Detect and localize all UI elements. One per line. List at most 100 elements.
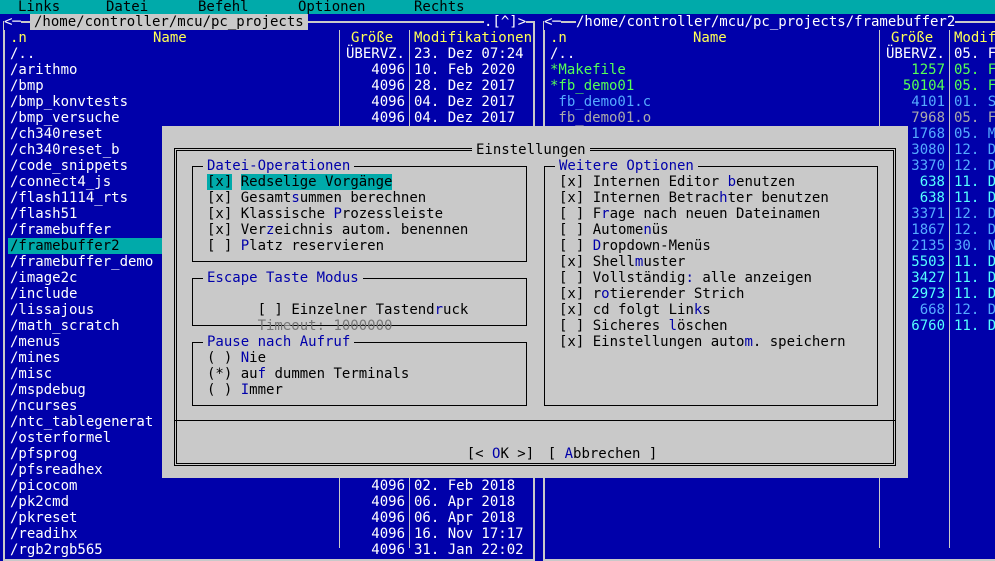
file-modified: 31. Jan 22:02 [414, 542, 524, 558]
option-checkbox[interactable]: [x] Verzeichnis autom. benennen [207, 222, 468, 238]
option-label: auf dummen Terminals [241, 366, 410, 382]
left-col-modified[interactable]: Modifikationen [414, 30, 532, 46]
escape-single-key-checkbox[interactable]: [ ] Einzelner Tastendruck [207, 286, 469, 318]
button-separator [174, 420, 896, 421]
file-name: /math_scratch [10, 318, 120, 334]
option-label-hot: P [333, 206, 342, 222]
pause-title: Pause nach Aufruf [203, 334, 355, 350]
left-col-name[interactable]: Name [153, 30, 187, 46]
file-modified: 06. Apr 2018 [414, 510, 516, 526]
option-label-hot: P [240, 238, 250, 254]
option-label-hot: R [240, 174, 250, 190]
file-size: 3370 [911, 158, 945, 174]
file-name[interactable]: fb_demo01.c [550, 94, 651, 110]
option-checkbox[interactable]: [x] Shellmuster [559, 254, 685, 270]
option-box: [x] [559, 254, 585, 270]
file-modified: 11. D [954, 286, 995, 302]
option-checkbox[interactable]: [x] Einstellungen autom. speichern [559, 334, 846, 350]
left-panel-history-marks[interactable]: .[^]> [484, 14, 527, 30]
option-label: Automenüs [593, 222, 669, 238]
left-panel-path[interactable]: /home/controller/mcu/pc_projects [30, 14, 308, 30]
file-name[interactable]: /.. [550, 46, 575, 62]
file-name[interactable]: *fb_demo01 [550, 78, 634, 94]
right-col-name[interactable]: Name [693, 30, 727, 46]
menu-befehl[interactable]: Befehl [198, 0, 249, 15]
option-checkbox[interactable]: [x] Internen Editor benutzen [559, 174, 795, 190]
timeout-label: Timeout: [257, 318, 326, 334]
option-label-pre: Gesamt [240, 190, 292, 206]
menu-datei[interactable]: Datei [106, 0, 148, 15]
file-modified: 12. D [954, 302, 995, 318]
file-modified: 02. Feb 2018 [414, 478, 516, 494]
option-label-post: eichnis autom. benennen [274, 222, 469, 238]
file-name: /ch340reset [10, 126, 103, 142]
option-checkbox[interactable]: [ ] Frage nach neuen Dateinamen [559, 206, 820, 222]
menu-links[interactable]: Links [18, 0, 60, 15]
file-name: /flash1114_rts [10, 190, 129, 206]
table-row[interactable]: /bmp_konvtests [8, 94, 338, 110]
menu-optionen[interactable]: Optionen [298, 0, 365, 15]
table-row[interactable]: /readihx [8, 526, 338, 542]
option-label: cd folgt Links [593, 302, 711, 318]
option-checkbox[interactable]: [x] rotierender Strich [559, 286, 744, 302]
option-label-pre: Autome [592, 222, 644, 238]
table-row[interactable]: /bmp_versuche [8, 110, 338, 126]
table-row[interactable]: /bmp [8, 78, 338, 94]
option-checkbox[interactable]: [x] cd folgt Links [559, 302, 711, 318]
option-checkbox[interactable]: [ ] Dropdown-Menüs [559, 238, 711, 254]
option-label-post: öschen [677, 318, 728, 334]
option-box: [x] [559, 302, 585, 318]
table-row[interactable]: /.. [8, 46, 338, 62]
menu-rechts[interactable]: Rechts [414, 0, 465, 15]
option-checkbox[interactable]: [ ] Sicheres löschen [559, 318, 728, 334]
right-panel-path[interactable]: /home/controller/mcu/pc_projects/framebu… [576, 14, 956, 30]
file-size: 4096 [371, 62, 405, 78]
option-checkbox[interactable]: [x] Gesamtsummen berechnen [207, 190, 426, 206]
option-label: Dropdown-Menüs [593, 238, 711, 254]
option-label-post: tierender Strich [609, 286, 745, 302]
option-label: Nie [241, 350, 266, 366]
option-checkbox[interactable]: [x] Klassische Prozessleiste [207, 206, 443, 222]
file-size: 4096 [371, 510, 405, 526]
table-row[interactable]: /arithmo [8, 62, 338, 78]
file-ops-group: Datei-Operationen [x] Redselige Vorgänge… [192, 158, 527, 262]
file-size: 4096 [371, 542, 405, 558]
escape-label-hot: r [434, 302, 444, 318]
option-checkbox[interactable]: [ ] Vollständig: alle anzeigen [559, 270, 812, 286]
file-size: 2973 [911, 286, 945, 302]
file-name[interactable]: fb_demo01.o [550, 110, 651, 126]
option-label-post: uster [643, 254, 686, 270]
option-checkbox[interactable]: ( ) Immer [207, 382, 283, 398]
file-size: 638 [919, 174, 945, 190]
file-modified: 11. D [954, 174, 995, 190]
table-row[interactable]: /picocom [8, 478, 338, 494]
option-checkbox[interactable]: [ ] Automenüs [559, 222, 669, 238]
option-label-pre: au [240, 366, 258, 382]
file-size: 3080 [911, 142, 945, 158]
file-name: /framebuffer_demo [10, 254, 154, 270]
option-label-hot: I [240, 382, 250, 398]
file-name: /bmp_konvtests [10, 94, 129, 110]
option-checkbox[interactable]: [x] Redselige Vorgänge [207, 174, 393, 190]
left-col-sort[interactable]: .n [10, 30, 27, 46]
timeout-field[interactable]: Timeout: 1000000 [207, 302, 393, 334]
option-label-post: age nach neuen Dateinamen [609, 206, 821, 222]
table-row[interactable]: /pk2cmd [8, 494, 338, 510]
file-modified: 04. Dez 2017 [414, 94, 516, 110]
file-size: 4096 [371, 494, 405, 510]
table-row[interactable]: /pkreset [8, 510, 338, 526]
right-col-size[interactable]: Größe [891, 30, 933, 46]
file-name: /readihx [10, 526, 78, 542]
option-checkbox[interactable]: [x] Internen Betrachter benutzen [559, 190, 829, 206]
file-name: /osterformel [10, 430, 112, 446]
right-col-modified[interactable]: Modif [954, 30, 995, 46]
option-checkbox[interactable]: [ ] Platz reservieren [207, 238, 384, 254]
option-checkbox[interactable]: (*) auf dummen Terminals [207, 366, 409, 382]
file-name[interactable]: *Makefile [550, 62, 626, 78]
cancel-button[interactable]: [ Abbrechen ] [514, 430, 658, 478]
left-col-size[interactable]: Größe [351, 30, 393, 46]
right-col-sort[interactable]: .n [550, 30, 567, 46]
option-checkbox[interactable]: ( ) Nie [207, 350, 266, 366]
option-label-post: ie [249, 350, 267, 366]
table-row[interactable]: /rgb2rgb565 [8, 542, 338, 558]
